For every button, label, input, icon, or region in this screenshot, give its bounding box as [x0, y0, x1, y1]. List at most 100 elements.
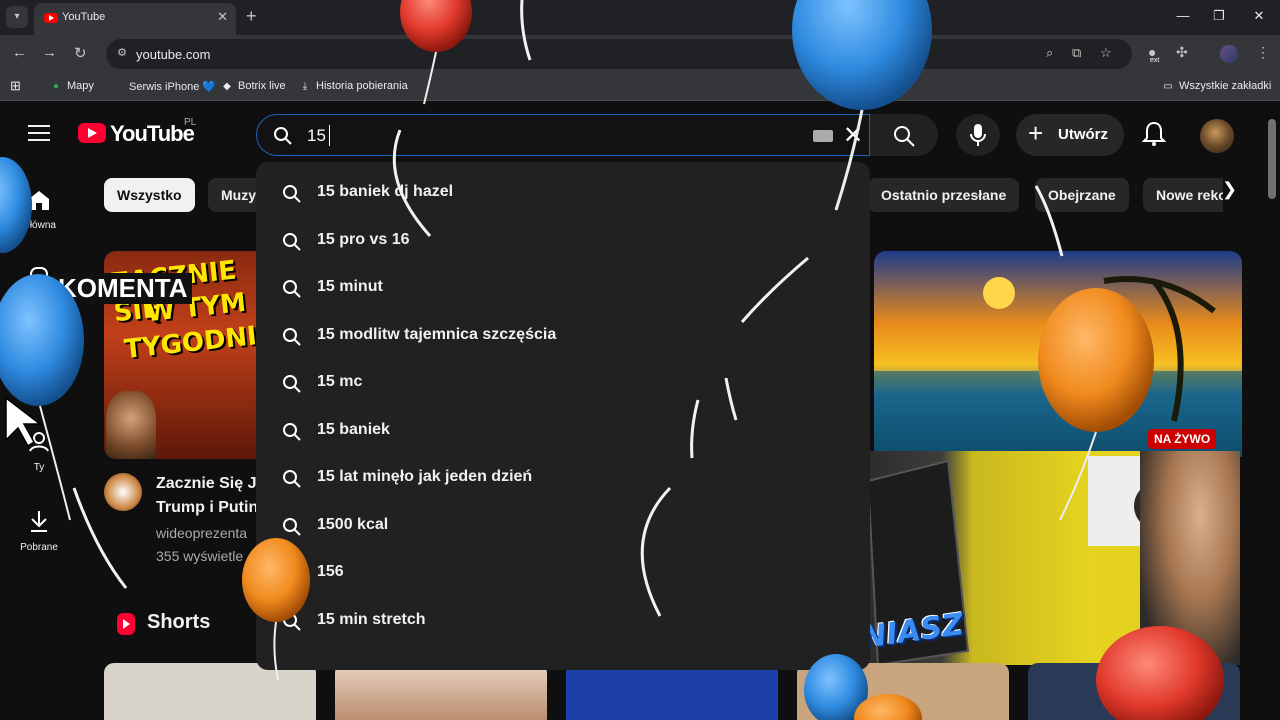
search-input[interactable]: 15 ✕ [256, 114, 870, 156]
search-icon [274, 127, 292, 145]
clear-search-icon[interactable]: ✕ [843, 121, 863, 150]
bookmark-serwis-iphone[interactable]: Serwis iPhone 💙 [112, 80, 216, 93]
sidebar-item-you[interactable]: Ty [0, 429, 78, 475]
sidebar-label: Subskrypcje [11, 382, 67, 393]
apps-grid-icon[interactable]: ⊞ [10, 78, 21, 94]
reload-icon[interactable]: ↻ [74, 44, 87, 62]
new-tab-button[interactable]: + [246, 7, 257, 25]
chip-watched[interactable]: Obejrzane [1035, 178, 1129, 212]
search-query-text[interactable]: 15 [307, 126, 326, 146]
short-thumbnail[interactable] [797, 663, 1009, 720]
guide-menu-icon[interactable] [28, 125, 50, 141]
browser-tab[interactable]: YouTube ✕ [34, 3, 236, 35]
bookmark-botrix[interactable]: ◆ Botrix live [221, 80, 286, 92]
sidebar-label: Shorts [24, 300, 54, 311]
bookmark-historia[interactable]: ⤓ Historia pobierania [299, 80, 408, 92]
view-count: 355 wyświetle [156, 548, 244, 564]
suggestion-text: 15 lat minęło jak jeden dzień [317, 468, 533, 485]
extensions-puzzle-icon[interactable]: ✣ [1176, 44, 1188, 61]
short-thumbnail[interactable] [104, 663, 316, 720]
zoom-icon[interactable]: ⌕ [1046, 45, 1053, 61]
search-icon [283, 518, 301, 536]
page-scrollbar[interactable] [1268, 119, 1276, 199]
search-icon [283, 233, 301, 251]
chip-music[interactable]: Muzyka [208, 178, 256, 212]
youtube-logo-icon[interactable] [78, 123, 106, 143]
suggestion-text: 1500 kcal [317, 516, 389, 533]
notifications-bell-icon[interactable] [1142, 121, 1166, 147]
bookmark-mapy[interactable]: ● Mapy [50, 80, 94, 92]
bookmark-star-icon[interactable]: ☆ [1100, 45, 1112, 61]
suggestion-item[interactable]: 15 baniek [256, 408, 870, 455]
sidebar-label: Ty [33, 462, 45, 473]
bookmarks-bar: ⊞ ● Mapy Serwis iPhone 💙 ◆ Botrix live ⤓ Hi… [0, 73, 1280, 101]
tab-list-button[interactable]: ▾ [6, 6, 28, 28]
site-info-icon[interactable]: ⚙ [114, 46, 130, 62]
home-icon [29, 191, 49, 210]
search-icon [283, 280, 301, 298]
search-suggestions-dropdown: 15 baniek dj hazel 15 pro vs 16 15 minut… [256, 162, 870, 670]
suggestion-text: 15 baniek [317, 421, 390, 438]
profile-avatar[interactable] [1220, 45, 1238, 63]
install-app-icon[interactable]: ⧉ [1072, 45, 1081, 61]
short-thumbnail[interactable] [1028, 663, 1240, 720]
suggestion-text: 156 [317, 563, 344, 580]
minimize-button[interactable]: — [1168, 8, 1198, 23]
address-bar[interactable]: ⚙ youtube.com ⌕ ⧉ ☆ [106, 39, 1132, 69]
short-thumbnail[interactable] [566, 663, 778, 720]
botrix-icon: ◆ [223, 81, 231, 92]
suggestion-text: 15 modlitw tajemnica szczęścia [317, 326, 557, 343]
search-icon [283, 328, 301, 346]
search-button[interactable] [870, 114, 938, 156]
create-button[interactable]: + Utwórz [1016, 114, 1124, 156]
suggestion-item[interactable]: 15 baniek dj hazel [256, 170, 870, 217]
suggestion-item[interactable]: 156 [256, 550, 870, 597]
live-badge: NA ŻYWO [1148, 429, 1217, 449]
youtube-wordmark[interactable]: YouTube [110, 121, 195, 147]
all-bookmarks[interactable]: ▭ Wszystkie zakładki [1162, 80, 1271, 92]
suggestion-text: 15 baniek dj hazel [317, 183, 454, 200]
suggestion-item[interactable]: 15 min stretch [256, 598, 870, 645]
suggestion-item[interactable]: 15 lat minęło jak jeden dzień [256, 455, 870, 502]
sidebar-item-subscriptions[interactable]: Subskrypcje [0, 351, 78, 395]
thumbnail-face [106, 391, 156, 459]
suggestion-item[interactable]: 15 mc [256, 360, 870, 407]
sidebar-label: Pobrane [20, 542, 58, 553]
forward-icon[interactable]: → [42, 44, 57, 61]
chip-recently-uploaded[interactable]: Ostatnio przesłane [868, 178, 1020, 212]
search-icon [283, 470, 301, 488]
suggestion-item[interactable]: 1500 kcal [256, 503, 870, 550]
create-label: Utwórz [1058, 126, 1108, 143]
channel-avatar[interactable] [104, 473, 142, 511]
you-icon [29, 432, 49, 452]
suggestion-text: 15 minut [317, 278, 383, 295]
suggestion-text: 15 min stretch [317, 611, 426, 628]
close-window-button[interactable]: ✕ [1244, 8, 1274, 24]
maximize-button[interactable]: ❐ [1204, 8, 1234, 24]
video-title[interactable]: Zacznie Się J [156, 473, 257, 495]
chevron-right-icon[interactable]: ❯ [1222, 179, 1237, 200]
tab-close-icon[interactable]: ✕ [217, 9, 228, 25]
search-icon [283, 565, 301, 583]
sidebar-item-home[interactable]: Główna [0, 189, 78, 233]
live-video-thumbnail[interactable] [874, 251, 1242, 457]
chip-new-recommendations[interactable]: Nowe rekomendacje [1143, 178, 1223, 212]
country-code: PL [184, 117, 197, 128]
search-icon [283, 185, 301, 203]
suggestion-item[interactable]: 15 modlitw tajemnica szczęścia [256, 313, 870, 360]
channel-name[interactable]: wideoprezenta [156, 525, 247, 541]
tab-title: YouTube [62, 11, 106, 23]
suggestion-item[interactable]: 15 minut [256, 265, 870, 312]
video-title-line2[interactable]: Trump i Putin [156, 497, 258, 519]
back-icon[interactable]: ← [12, 44, 27, 61]
chip-all[interactable]: Wszystko [104, 178, 195, 212]
url-text[interactable]: youtube.com [136, 47, 210, 62]
sidebar-item-downloads[interactable]: Pobrane [0, 509, 78, 555]
search-icon [283, 375, 301, 393]
keyboard-icon[interactable] [813, 130, 833, 142]
user-avatar[interactable] [1200, 119, 1234, 153]
browser-menu-icon[interactable]: ⋮ [1256, 44, 1270, 61]
voice-search-button[interactable] [956, 114, 1000, 156]
suggestion-item[interactable]: 15 pro vs 16 [256, 218, 870, 265]
short-thumbnail[interactable] [335, 663, 547, 720]
